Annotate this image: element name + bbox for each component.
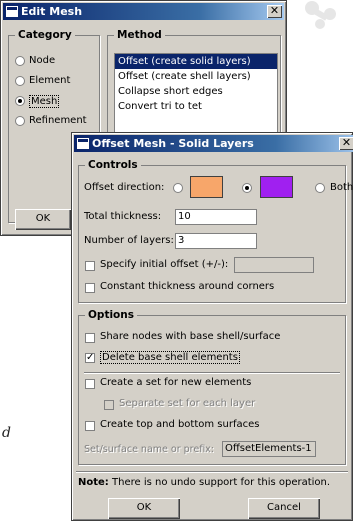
separate-set-checkbox [104,400,114,410]
num-layers-input[interactable]: 3 [175,233,257,249]
window-icon [6,6,18,17]
total-thickness-input[interactable]: 10 [175,209,257,225]
category-mesh-label[interactable]: Mesh [29,95,60,108]
options-separator-1 [84,372,340,374]
controls-label: Controls [85,159,141,171]
options-label: Options [85,309,137,321]
background-decoration [305,1,336,29]
offset-mesh-title: Offset Mesh - Solid Layers [92,137,254,150]
category-element-label[interactable]: Element [29,75,70,86]
share-nodes-label[interactable]: Share nodes with base shell/surface [100,331,280,342]
background-text: d [2,425,11,441]
initial-offset-label[interactable]: Specify initial offset (+/-): [100,259,228,270]
offset-mesh-titlebar[interactable]: Offset Mesh - Solid Layers ✕ [74,135,353,152]
method-label: Method [114,29,165,41]
offset-direction-label: Offset direction: [84,182,165,193]
note-label: Note: [78,477,109,488]
category-refinement-label[interactable]: Refinement [29,115,87,126]
category-node-label[interactable]: Node [29,55,55,66]
create-surfaces-checkbox[interactable] [85,421,95,431]
direction-color-1-swatch [190,176,223,198]
direction-both-label[interactable]: Both [330,182,353,193]
create-set-checkbox[interactable] [85,379,95,389]
edit-mesh-title: Edit Mesh [21,5,83,18]
offset-mesh-window: Offset Mesh - Solid Layers ✕ Controls Of… [71,132,353,521]
category-radio-element[interactable] [15,76,25,86]
delete-shell-checkbox[interactable]: ✓ [85,353,95,363]
method-item-collapse-edges[interactable]: Collapse short edges [115,84,277,99]
set-name-input: OffsetElements-1 [222,441,316,457]
set-name-label: Set/surface name or prefix: [84,444,215,455]
direction-radio-1[interactable] [173,183,183,193]
delete-shell-label[interactable]: Delete base shell elements [100,351,240,364]
note-text: There is no undo support for this operat… [112,477,331,488]
edit-mesh-titlebar[interactable]: Edit Mesh ✕ [3,3,284,20]
offset-ok-button[interactable]: OK [108,498,180,519]
initial-offset-checkbox[interactable] [85,261,95,271]
category-label: Category [15,29,75,41]
method-item-tri-to-tet[interactable]: Convert tri to tet [115,99,277,114]
footer-separator [76,471,348,473]
total-thickness-label: Total thickness: [84,211,162,222]
share-nodes-checkbox[interactable] [85,333,95,343]
constant-thickness-checkbox[interactable] [85,283,95,293]
category-radio-refinement[interactable] [15,116,25,126]
num-layers-label: Number of layers: [84,235,174,246]
create-surfaces-label[interactable]: Create top and bottom surfaces [100,419,259,430]
direction-color-2-swatch [260,176,293,198]
window-icon [77,138,89,149]
create-set-label[interactable]: Create a set for new elements [100,377,251,388]
direction-radio-2[interactable] [242,183,252,193]
initial-offset-input [234,257,314,273]
direction-radio-both[interactable] [315,183,325,193]
constant-thickness-label[interactable]: Constant thickness around corners [100,281,274,292]
method-item-offset-shell[interactable]: Offset (create shell layers) [115,69,277,84]
separate-set-label: Separate set for each layer [119,398,256,409]
method-item-offset-solid[interactable]: Offset (create solid layers) [115,54,277,69]
category-radio-mesh[interactable] [15,96,25,106]
method-listbox[interactable]: Offset (create solid layers) Offset (cre… [114,53,278,133]
category-radio-node[interactable] [15,56,25,66]
edit-mesh-ok-button[interactable]: OK [15,209,71,230]
close-icon[interactable]: ✕ [267,5,282,18]
offset-cancel-button[interactable]: Cancel [248,498,320,519]
close-icon[interactable]: ✕ [339,137,353,150]
